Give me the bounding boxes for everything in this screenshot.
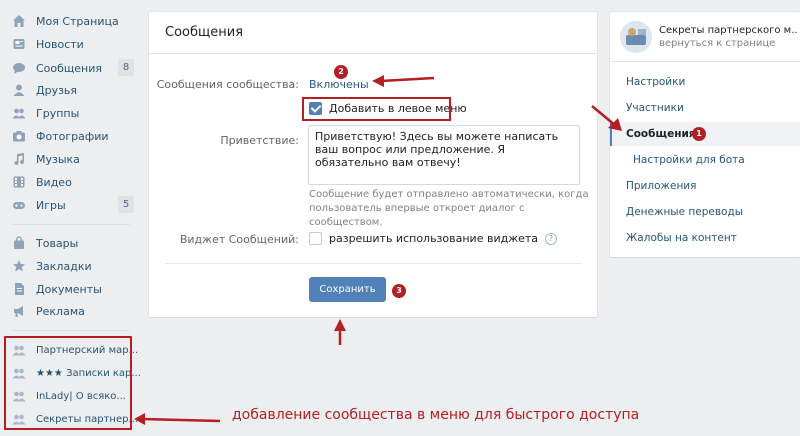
- sidebar-item-ads[interactable]: Реклама: [0, 300, 140, 322]
- widget-checkbox-label: разрешить использование виджета: [329, 232, 539, 245]
- music-icon: [12, 152, 26, 166]
- community-management-menu: Секреты партнерского м... вернуться к ст…: [610, 12, 800, 257]
- ads-icon: [12, 304, 26, 318]
- video-icon: [12, 175, 26, 189]
- sidebar-item-news[interactable]: Новости: [0, 33, 140, 55]
- sidebar-item-label: Реклама: [36, 304, 85, 318]
- sidebar-item-label: Закладки: [36, 259, 92, 273]
- sidebar-item-label: Группы: [36, 106, 80, 120]
- games-icon: [12, 198, 26, 212]
- sidebar-item-friends[interactable]: Друзья: [0, 79, 140, 101]
- community-avatar: [620, 20, 652, 53]
- community-title: Секреты партнерского м...: [659, 24, 797, 36]
- friends-icon: [12, 83, 26, 97]
- messages-icon: [12, 61, 26, 75]
- community-messages-label: Сообщения сообщества:: [156, 78, 299, 91]
- greeting-textarea[interactable]: Приветствую! Здесь вы можете написать ва…: [308, 125, 580, 185]
- sidebar-item-video[interactable]: Видео: [0, 171, 140, 193]
- menu-item-content-reports[interactable]: Жалобы на контент: [610, 226, 800, 250]
- menu-item-apps[interactable]: Приложения: [610, 174, 800, 198]
- sidebar-item-label: Новости: [36, 37, 84, 51]
- sidebar-item-label: Сообщения: [36, 61, 103, 75]
- sidebar-item-label: Друзья: [36, 83, 78, 97]
- page-title: Сообщения: [149, 12, 597, 54]
- save-button[interactable]: Сохранить: [309, 277, 386, 302]
- sidebar-item-label: Моя Страница: [36, 14, 119, 28]
- sidebar-item-label: Игры: [36, 198, 66, 212]
- card-divider: [165, 263, 581, 264]
- widget-label: Виджет Сообщений:: [179, 233, 299, 246]
- widget-checkbox[interactable]: [309, 232, 322, 245]
- news-icon: [12, 37, 26, 51]
- sidebar-item-photos[interactable]: Фотографии: [0, 125, 140, 147]
- sidebar-item-goods[interactable]: Товары: [0, 232, 140, 254]
- sidebar-item-bookmarks[interactable]: Закладки: [0, 255, 140, 277]
- sidebar-item-groups[interactable]: Группы: [0, 102, 140, 124]
- sidebar-item-messages[interactable]: Сообщения 8: [0, 57, 140, 79]
- groups-icon: [12, 106, 26, 120]
- games-count-badge: 5: [118, 196, 134, 213]
- camera-icon: [12, 129, 26, 143]
- arrow-head: [334, 319, 346, 331]
- menu-item-members[interactable]: Участники: [610, 96, 800, 120]
- highlight-box-add-to-menu: [302, 97, 451, 121]
- bag-icon: [12, 236, 26, 250]
- back-to-page-link[interactable]: вернуться к странице: [659, 38, 797, 49]
- help-icon[interactable]: ?: [545, 232, 558, 245]
- annotation-badge-1: 1: [692, 127, 706, 141]
- greeting-hint: Сообщение будет отправлено автоматически…: [309, 189, 589, 228]
- menu-item-settings[interactable]: Настройки: [610, 70, 800, 94]
- sidebar-item-label: Музыка: [36, 152, 80, 166]
- arrow-to-groups: [141, 417, 221, 423]
- community-header[interactable]: Секреты партнерского м... вернуться к ст…: [610, 12, 800, 62]
- sidebar-item-label: Видео: [36, 175, 72, 189]
- menu-item-bot-settings[interactable]: Настройки для бота: [610, 148, 800, 172]
- sidebar-item-label: Фотографии: [36, 129, 109, 143]
- star-icon: [12, 259, 26, 273]
- home-icon: [12, 14, 26, 28]
- sidebar-item-games[interactable]: Игры 5: [0, 194, 140, 216]
- community-messages-value[interactable]: Включены: [309, 78, 369, 91]
- sidebar-item-label: Документы: [36, 282, 102, 296]
- annotation-badge-2: 2: [334, 65, 348, 79]
- sidebar-item-music[interactable]: Музыка: [0, 148, 140, 170]
- annotation-caption: добавление сообщества в меню для быстрог…: [232, 407, 640, 423]
- greeting-label: Приветствие:: [220, 134, 299, 147]
- sidebar-item-my-page[interactable]: Моя Страница: [0, 10, 140, 32]
- menu-item-messages-label: Сообщения: [626, 128, 696, 140]
- sidebar-item-documents[interactable]: Документы: [0, 278, 140, 300]
- sidebar-item-label: Товары: [36, 236, 79, 250]
- widget-row[interactable]: разрешить использование виджета ?: [309, 232, 558, 245]
- document-icon: [12, 282, 26, 296]
- sidebar-divider: [12, 224, 130, 225]
- messages-settings-card: Сообщения Сообщения сообщества: Включены…: [149, 12, 597, 317]
- menu-item-money-transfers[interactable]: Денежные переводы: [610, 200, 800, 224]
- messages-count-badge: 8: [118, 59, 134, 76]
- highlight-box-groups: [4, 336, 132, 430]
- annotation-badge-3: 3: [392, 284, 406, 298]
- sidebar-divider: [12, 330, 130, 331]
